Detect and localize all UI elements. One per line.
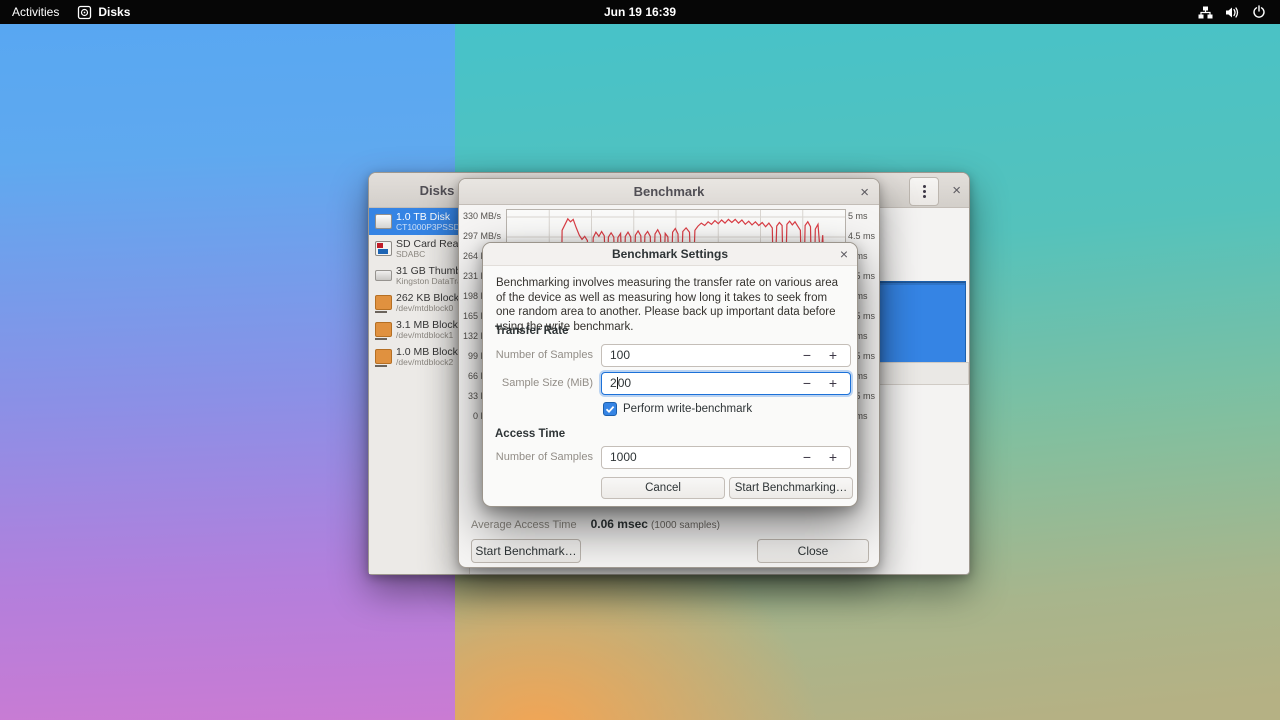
block-device-icon: [375, 349, 392, 364]
average-access-time-note: (1000 samples): [651, 520, 720, 531]
hamburger-menu-button[interactable]: [909, 177, 939, 206]
minus-icon[interactable]: −: [796, 447, 818, 468]
sidebar-item-device[interactable]: 31 GB Thumb DrKingston DataTrav: [369, 262, 469, 289]
access-time-section-label: Access Time: [495, 428, 565, 440]
sample-size-spinbox[interactable]: 200 − +: [601, 372, 851, 395]
device-list: 1.0 TB DiskCT1000P3PSSD8SD Card ReaderSD…: [369, 208, 470, 574]
sidebar-item-device[interactable]: 1.0 TB DiskCT1000P3PSSD8: [369, 208, 469, 235]
system-status-area[interactable]: [1198, 5, 1280, 19]
at-number-of-samples-value: 1000: [610, 447, 637, 468]
device-subtitle: CT1000P3PSSD8: [396, 223, 465, 233]
sidebar-item-device[interactable]: SD Card ReaderSDABC: [369, 235, 469, 262]
at-number-of-samples-label: Number of Samples: [493, 446, 593, 469]
volume-block[interactable]: [879, 281, 966, 363]
start-benchmark-button[interactable]: Start Benchmark…: [471, 539, 581, 563]
minus-icon[interactable]: −: [796, 373, 818, 394]
hard-disk-icon: [375, 214, 392, 229]
volume-icon: [1225, 6, 1240, 19]
sample-size-value: 200: [610, 373, 631, 394]
block-device-icon: [375, 322, 392, 337]
top-bar: Activities Disks Jun 19 16:39: [0, 0, 1280, 24]
benchmark-settings-dialog: Benchmark Settings × Benchmarking involv…: [482, 242, 858, 507]
write-benchmark-checkbox[interactable]: [603, 402, 617, 416]
settings-close-icon[interactable]: ×: [840, 247, 848, 261]
thumb-drive-icon: [375, 270, 392, 281]
settings-titlebar: Benchmark Settings ×: [483, 243, 857, 266]
plus-icon[interactable]: +: [822, 345, 844, 366]
write-benchmark-label[interactable]: Perform write-benchmark: [623, 403, 752, 415]
block-device-icon: [375, 295, 392, 310]
axis-tick-label: 297 MB/s: [459, 232, 501, 241]
tr-number-of-samples-spinbox[interactable]: 100 − +: [601, 344, 851, 367]
axis-tick-label: 4.5 ms: [848, 232, 875, 241]
average-access-time-label: Average Access Time: [471, 519, 577, 531]
sidebar-item-device[interactable]: 262 KB Block De/dev/mtdblock0: [369, 289, 469, 316]
write-benchmark-row: Perform write-benchmark: [603, 402, 752, 416]
sample-size-label: Sample Size (MiB): [493, 372, 593, 395]
start-benchmarking-button[interactable]: Start Benchmarking…: [729, 477, 853, 499]
settings-title: Benchmark Settings: [612, 247, 728, 261]
average-access-time-row: Average Access Time 0.06 msec (1000 sampl…: [471, 517, 720, 531]
device-title: 1.0 TB Disk: [396, 211, 465, 223]
plus-icon[interactable]: +: [822, 373, 844, 394]
app-menu-label: Disks: [98, 5, 130, 19]
axis-tick-label: 330 MB/s: [459, 212, 501, 221]
benchmark-titlebar: Benchmark ×: [459, 179, 879, 205]
tr-number-of-samples-value: 100: [610, 345, 630, 366]
power-icon: [1252, 5, 1266, 19]
average-access-time-value: 0.06 msec: [591, 517, 648, 531]
close-button[interactable]: Close: [757, 539, 869, 563]
app-menu-button[interactable]: Disks: [77, 5, 130, 20]
sd-card-icon: [375, 241, 392, 256]
sidebar-item-device[interactable]: 3.1 MB Block De/dev/mtdblock1: [369, 316, 469, 343]
network-icon: [1198, 6, 1213, 19]
sidebar-item-device[interactable]: 1.0 MB Block De/dev/mtdblock2: [369, 343, 469, 370]
benchmark-title: Benchmark: [634, 184, 705, 199]
disks-app-icon: [77, 5, 92, 20]
disks-close-icon[interactable]: ×: [952, 183, 961, 198]
at-number-of-samples-spinbox[interactable]: 1000 − +: [601, 446, 851, 469]
transfer-rate-section-label: Transfer Rate: [495, 325, 569, 337]
volume-strip: [879, 362, 969, 385]
activities-button[interactable]: Activities: [12, 5, 59, 19]
cancel-button[interactable]: Cancel: [601, 477, 725, 499]
tr-number-of-samples-label: Number of Samples: [493, 344, 593, 367]
axis-tick-label: 5 ms: [848, 212, 868, 221]
plus-icon[interactable]: +: [822, 447, 844, 468]
minus-icon[interactable]: −: [796, 345, 818, 366]
